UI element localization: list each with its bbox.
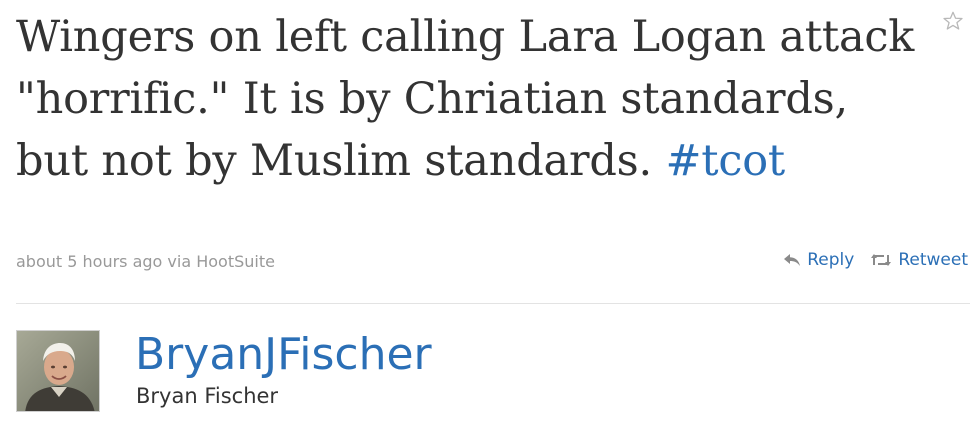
retweet-label: Retweet — [898, 250, 968, 270]
hashtag-link[interactable]: #tcot — [665, 136, 785, 186]
reply-button[interactable]: Reply — [783, 250, 854, 270]
avatar[interactable] — [16, 330, 100, 412]
author-full-name: Bryan Fischer — [136, 384, 279, 408]
reply-arrow-icon — [784, 254, 801, 266]
retweet-button[interactable]: Retweet — [870, 250, 968, 270]
author-screen-name[interactable]: BryanJFischer — [135, 328, 432, 382]
star-icon[interactable] — [942, 10, 964, 32]
tweet-actions: Reply Retweet — [783, 250, 968, 270]
tweet-text: Wingers on left calling Lara Logan attac… — [16, 6, 916, 192]
avatar-photo — [17, 331, 99, 411]
tweet-meta: about 5 hours ago via HootSuite — [16, 252, 275, 271]
retweet-icon — [871, 254, 892, 266]
divider — [16, 303, 970, 304]
reply-label: Reply — [807, 250, 855, 270]
